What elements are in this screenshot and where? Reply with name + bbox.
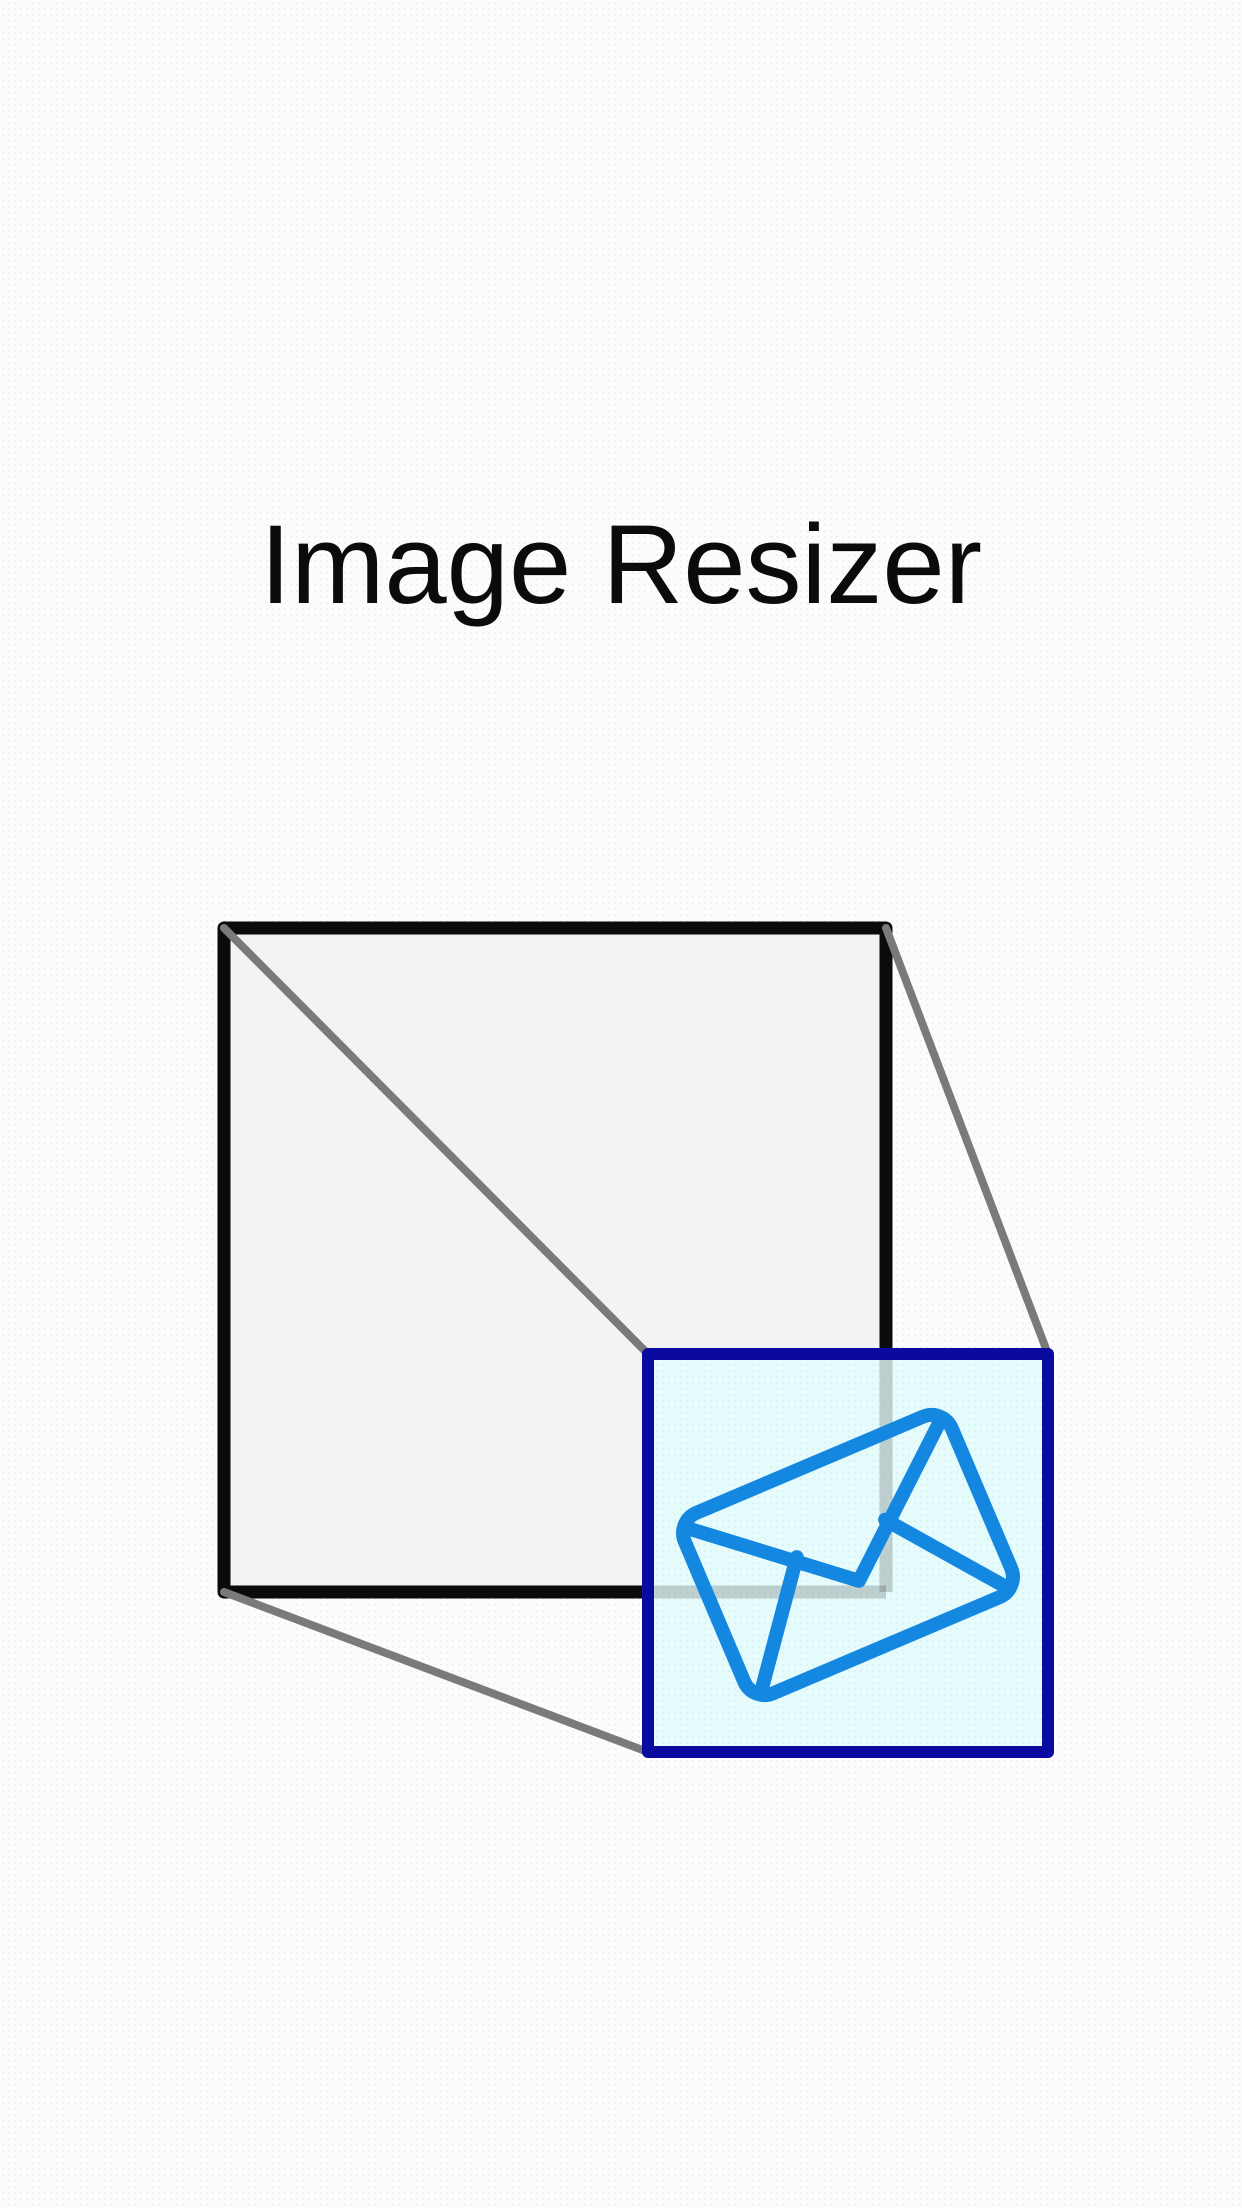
resized-image-frame bbox=[642, 1348, 1054, 1758]
resize-illustration bbox=[217, 921, 1054, 1758]
splash-screen: Image Resizer bbox=[0, 0, 1242, 2208]
